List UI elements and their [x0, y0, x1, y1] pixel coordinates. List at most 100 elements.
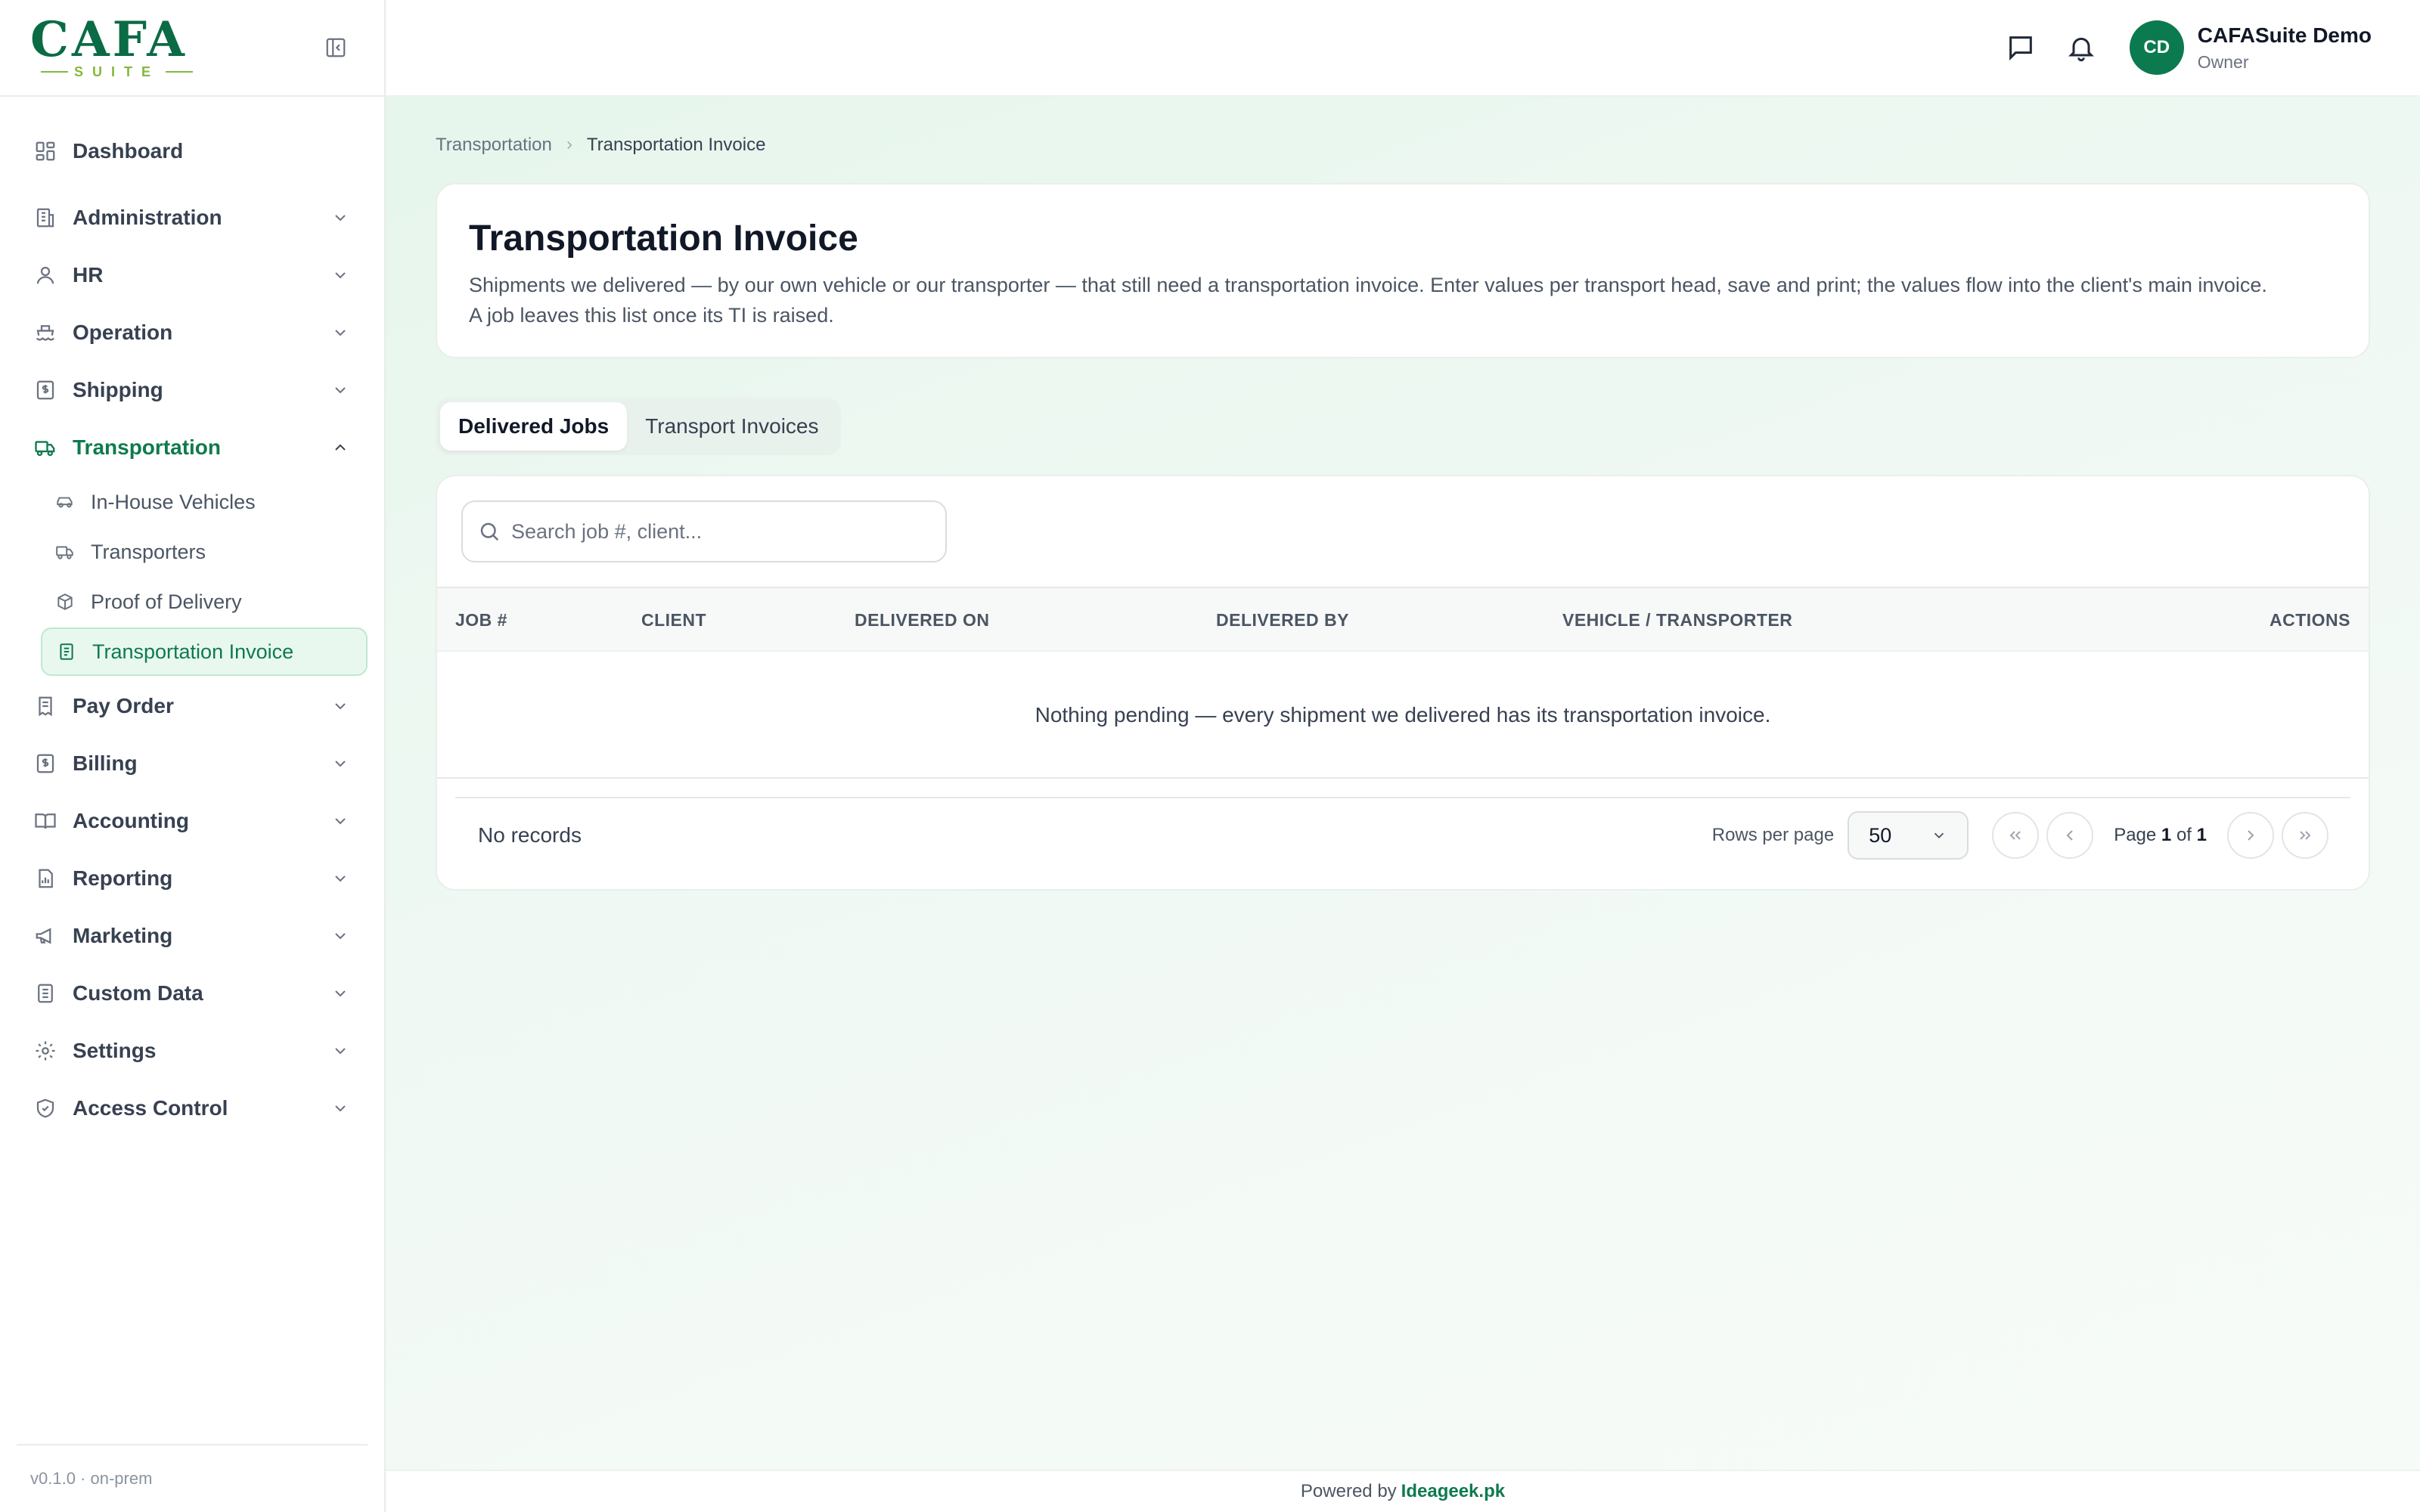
sidebar-item-label: Accounting	[73, 809, 189, 832]
sidebar-item-label: HR	[73, 263, 104, 287]
sidebar-item-accounting[interactable]: Accounting	[0, 792, 384, 850]
sidebar-item-transportation[interactable]: Transportation	[0, 419, 384, 476]
chevron-down-icon	[330, 810, 351, 832]
dollar-doc-icon	[33, 751, 57, 776]
powered-by-link[interactable]: Ideageek.pk	[1401, 1481, 1505, 1502]
dashboard-icon	[33, 139, 57, 163]
sidebar-item-reporting[interactable]: Reporting	[0, 850, 384, 907]
sidebar-nav: Dashboard Administration HR Operation Sh…	[0, 97, 384, 1137]
truck-icon	[33, 435, 57, 460]
sidebar-subitem-label: Proof of Delivery	[91, 590, 242, 613]
cafa-suite-logo[interactable]: CAFA SUITE	[30, 15, 194, 80]
topbar: CD CAFASuite Demo Owner	[386, 0, 2420, 97]
previous-page-button[interactable]	[2046, 812, 2094, 859]
receipt-icon	[33, 694, 57, 718]
sidebar-item-custom-data[interactable]: Custom Data	[0, 965, 384, 1022]
breadcrumb: Transportation Transportation Invoice	[436, 135, 765, 156]
sidebar-collapse-button[interactable]	[322, 34, 349, 61]
page-header-card: Transportation Invoice Shipments we deli…	[436, 183, 2370, 358]
chevrons-left-icon	[2009, 831, 2021, 840]
page-title: Transportation Invoice	[469, 218, 858, 259]
tab-bar: Delivered Jobs Transport Invoices	[436, 398, 842, 455]
chevron-down-icon	[330, 696, 351, 717]
column-header-delivered-by[interactable]: DELIVERED BY	[1216, 588, 1349, 652]
sidebar-item-label: Administration	[73, 206, 222, 229]
page-description-line: Shipments we delivered — by our own vehi…	[469, 274, 2267, 296]
main-content: Transportation Transportation Invoice Tr…	[386, 97, 2420, 1470]
sidebar-subitem-proof-of-delivery[interactable]: Proof of Delivery	[41, 578, 368, 626]
page-description: Shipments we delivered — by our own vehi…	[469, 270, 2337, 330]
sidebar-item-hr[interactable]: HR	[0, 246, 384, 304]
invoice-icon	[56, 641, 77, 662]
chevron-left-icon	[2066, 830, 2073, 841]
logo-divider	[166, 71, 194, 73]
breadcrumb-current: Transportation Invoice	[586, 135, 766, 155]
chevron-right-icon	[2248, 830, 2254, 841]
messages-button[interactable]	[2003, 29, 2039, 66]
column-header-job[interactable]: JOB #	[455, 588, 507, 652]
sidebar-subitem-transporters[interactable]: Transporters	[41, 528, 368, 576]
sidebar-item-dashboard[interactable]: Dashboard	[0, 122, 384, 180]
panel-collapse-icon	[326, 38, 346, 57]
rows-per-page-select[interactable]: 50	[1848, 811, 1969, 860]
chevron-down-icon	[330, 1098, 351, 1119]
next-page-button[interactable]	[2227, 812, 2274, 859]
sidebar-item-pay-order[interactable]: Pay Order	[0, 677, 384, 735]
column-header-delivered-on[interactable]: DELIVERED ON	[855, 588, 990, 652]
column-header-actions: ACTIONS	[2270, 609, 2350, 630]
sidebar-subitem-label: In-House Vehicles	[91, 490, 256, 513]
building-icon	[33, 206, 57, 230]
sidebar-item-label: Settings	[73, 1039, 157, 1062]
page-footer: Powered by Ideageek.pk	[386, 1470, 2420, 1512]
sidebar-item-shipping[interactable]: Shipping	[0, 361, 384, 419]
database-icon	[33, 981, 57, 1005]
sidebar-item-label: Operation	[73, 321, 173, 344]
chevron-up-icon	[330, 437, 351, 458]
sidebar-item-label: Access Control	[73, 1096, 228, 1120]
breadcrumb-parent[interactable]: Transportation	[436, 135, 552, 156]
column-header-client[interactable]: CLIENT	[641, 588, 706, 652]
sidebar-item-administration[interactable]: Administration	[0, 189, 384, 246]
empty-state-message: Nothing pending — every shipment we deli…	[1035, 703, 1771, 727]
sidebar-item-label: Billing	[73, 751, 138, 775]
table-header: JOB # CLIENT DELIVERED ON DELIVERED BY V…	[437, 588, 2369, 652]
tab-transport-invoices[interactable]: Transport Invoices	[627, 402, 836, 451]
chevron-down-icon	[330, 265, 351, 286]
sidebar-item-label: Reporting	[73, 866, 173, 890]
chevrons-right-icon	[2300, 831, 2311, 840]
chevron-right-icon	[563, 138, 576, 152]
megaphone-icon	[33, 924, 57, 948]
sidebar-item-access-control[interactable]: Access Control	[0, 1080, 384, 1137]
tab-delivered-jobs[interactable]: Delivered Jobs	[440, 402, 628, 451]
sidebar-item-label: Transportation	[73, 435, 222, 459]
chevron-down-icon	[1934, 832, 1944, 839]
sidebar-subitem-label: Transporters	[91, 540, 206, 563]
jobs-table-card: JOB # CLIENT DELIVERED ON DELIVERED BY V…	[436, 475, 2370, 891]
last-page-button[interactable]	[2282, 812, 2328, 859]
user-menu[interactable]: CD CAFASuite Demo Owner	[2129, 20, 2372, 75]
sidebar-item-billing[interactable]: Billing	[0, 735, 384, 792]
sidebar-item-label: Dashboard	[73, 139, 184, 163]
ship-icon	[33, 321, 57, 345]
chevron-down-icon	[330, 925, 351, 947]
chevron-down-icon	[330, 1040, 351, 1061]
rows-per-page-label: Rows per page	[1711, 825, 1835, 845]
sidebar-item-settings[interactable]: Settings	[0, 1022, 384, 1080]
shield-icon	[33, 1096, 57, 1120]
sidebar-subitem-transportation-invoice[interactable]: Transportation Invoice	[41, 627, 368, 676]
sidebar-item-marketing[interactable]: Marketing	[0, 907, 384, 965]
search-input[interactable]	[511, 519, 935, 544]
chevron-down-icon	[330, 983, 351, 1004]
package-icon	[54, 591, 76, 612]
search-field[interactable]	[461, 500, 947, 562]
user-icon	[33, 263, 57, 287]
chevron-down-icon	[330, 753, 351, 774]
sidebar-subitem-in-house-vehicles[interactable]: In-House Vehicles	[41, 478, 368, 526]
powered-by-label: Powered by	[1300, 1481, 1397, 1501]
column-header-vehicle-transporter[interactable]: VEHICLE / TRANSPORTER	[1562, 588, 1792, 652]
notifications-button[interactable]	[2063, 29, 2099, 66]
sidebar-item-operation[interactable]: Operation	[0, 304, 384, 361]
first-page-button[interactable]	[1992, 812, 2040, 859]
current-page: 1	[2161, 825, 2172, 845]
report-icon	[33, 866, 57, 891]
